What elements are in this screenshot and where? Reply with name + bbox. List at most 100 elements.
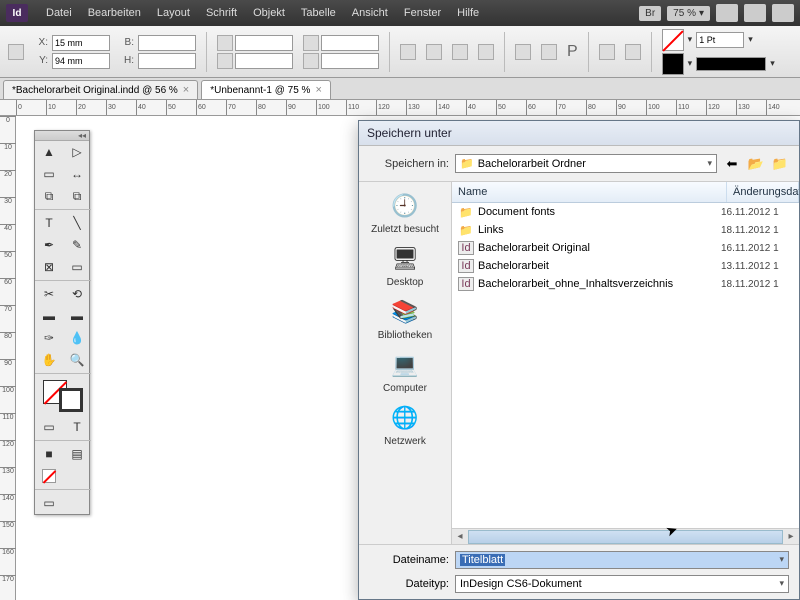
- rotate-input[interactable]: [321, 35, 379, 51]
- select-container-icon[interactable]: [515, 44, 531, 60]
- menu-hilfe[interactable]: Hilfe: [449, 3, 487, 23]
- scroll-right-icon[interactable]: ▸: [783, 531, 799, 542]
- view-mode-button[interactable]: ▭: [35, 492, 63, 514]
- content-collector-tool[interactable]: ⧉: [35, 185, 63, 207]
- select-content-icon[interactable]: [541, 44, 557, 60]
- stroke-style-combo[interactable]: [696, 57, 766, 71]
- menu-layout[interactable]: Layout: [149, 3, 198, 23]
- menu-ansicht[interactable]: Ansicht: [344, 3, 396, 23]
- gradient-feather-tool[interactable]: ▬: [63, 305, 91, 327]
- gap-tool[interactable]: ↔: [63, 163, 91, 185]
- close-icon[interactable]: ×: [315, 84, 321, 96]
- menu-tabelle[interactable]: Tabelle: [293, 3, 344, 23]
- pen-tool[interactable]: ✒: [35, 234, 63, 256]
- filename-input[interactable]: Titelblatt▾: [455, 551, 789, 569]
- up-button[interactable]: 📂: [747, 155, 765, 173]
- back-button[interactable]: ⬅: [723, 155, 741, 173]
- apply-color-icon[interactable]: ■: [35, 443, 63, 465]
- fitting-icon[interactable]: [599, 44, 615, 60]
- doc-tab-0[interactable]: *Bachelorarbeit Original.indd @ 56 %×: [3, 80, 198, 99]
- horizontal-scrollbar[interactable]: ◂ ▸: [452, 528, 799, 544]
- rectangle-frame-tool[interactable]: ⊠: [35, 256, 63, 278]
- type-tool[interactable]: T: [35, 212, 63, 234]
- scale-y-icon[interactable]: [217, 53, 233, 69]
- filetype-combo[interactable]: InDesign CS6-Dokument▾: [455, 575, 789, 593]
- menu-objekt[interactable]: Objekt: [245, 3, 293, 23]
- apply-gradient-icon[interactable]: ▤: [63, 443, 91, 465]
- chevron-down-icon[interactable]: ▾: [688, 58, 693, 69]
- free-transform-tool[interactable]: ⟲: [63, 283, 91, 305]
- rotate-icon[interactable]: [303, 35, 319, 51]
- chevron-down-icon[interactable]: ▾: [688, 34, 693, 45]
- h-input[interactable]: [138, 53, 196, 69]
- stroke-swatch[interactable]: [662, 53, 684, 75]
- eyedropper-tool[interactable]: 💧: [63, 327, 91, 349]
- menu-fenster[interactable]: Fenster: [396, 3, 449, 23]
- doc-tab-1[interactable]: *Unbenannt-1 @ 75 %×: [201, 80, 331, 99]
- y-input[interactable]: [52, 53, 110, 69]
- flip-h-icon[interactable]: [452, 44, 468, 60]
- bridge-button[interactable]: Br: [639, 6, 661, 21]
- col-name[interactable]: Name: [452, 182, 727, 202]
- formatting-text-icon[interactable]: T: [63, 416, 91, 438]
- formatting-container-icon[interactable]: ▭: [35, 416, 63, 438]
- shear-input[interactable]: [321, 53, 379, 69]
- selection-tool[interactable]: ▲: [35, 141, 63, 163]
- col-modified[interactable]: Änderungsdatum: [727, 182, 799, 202]
- ruler-horizontal[interactable]: 0102030405060708090100110120130140405060…: [0, 100, 800, 116]
- panel-grip[interactable]: ◂◂: [35, 131, 89, 141]
- zoom-tool[interactable]: 🔍: [63, 349, 91, 371]
- arrange-button[interactable]: [744, 4, 766, 22]
- flip-v-icon[interactable]: [478, 44, 494, 60]
- fill-swatch[interactable]: [662, 29, 684, 51]
- apply-none-icon[interactable]: [35, 465, 63, 487]
- file-list-body[interactable]: 📁Document fonts16.11.2012 1📁Links18.11.2…: [452, 203, 799, 528]
- ruler-vertical[interactable]: 0102030405060708090100110120130140150160…: [0, 116, 16, 600]
- scissors-tool[interactable]: ✂: [35, 283, 63, 305]
- content-placer-tool[interactable]: ⧉: [63, 185, 91, 207]
- file-row[interactable]: IdBachelorarbeit13.11.2012 1: [452, 257, 799, 275]
- rotate-90-ccw-icon[interactable]: [426, 44, 442, 60]
- scale-x-icon[interactable]: [217, 35, 233, 51]
- gradient-swatch-tool[interactable]: ▬: [35, 305, 63, 327]
- menu-datei[interactable]: Datei: [38, 3, 80, 23]
- note-tool[interactable]: ✑: [35, 327, 63, 349]
- save-in-combo[interactable]: 📁 Bachelorarbeit Ordner ▾: [455, 154, 717, 173]
- scroll-track[interactable]: [468, 530, 783, 544]
- x-input[interactable]: [52, 35, 110, 51]
- rectangle-tool[interactable]: ▭: [63, 256, 91, 278]
- screen-mode-button[interactable]: [716, 4, 738, 22]
- hand-tool[interactable]: ✋: [35, 349, 63, 371]
- file-row[interactable]: 📁Document fonts16.11.2012 1: [452, 203, 799, 221]
- stroke-proxy[interactable]: [59, 388, 83, 412]
- file-row[interactable]: IdBachelorarbeit_ohne_Inhaltsverzeichnis…: [452, 275, 799, 293]
- reference-point-icon[interactable]: [8, 44, 24, 60]
- fill-stroke-proxy[interactable]: [35, 376, 91, 416]
- menu-schrift[interactable]: Schrift: [198, 3, 245, 23]
- page-tool[interactable]: ▭: [35, 163, 63, 185]
- shear-icon[interactable]: [303, 53, 319, 69]
- place-item[interactable]: 🕘Zuletzt besucht: [371, 190, 439, 235]
- file-list-header[interactable]: Name Änderungsdatum: [452, 182, 799, 203]
- place-item[interactable]: 📚Bibliotheken: [378, 296, 432, 341]
- fitting-icon-2[interactable]: [625, 44, 641, 60]
- line-tool[interactable]: ╲: [63, 212, 91, 234]
- close-icon[interactable]: ×: [183, 84, 189, 96]
- scale-x-input[interactable]: [235, 35, 293, 51]
- workspace-button[interactable]: [772, 4, 794, 22]
- stroke-weight-input[interactable]: [696, 32, 744, 48]
- new-folder-button[interactable]: 📁: [771, 155, 789, 173]
- place-item[interactable]: 🌐Netzwerk: [384, 402, 426, 447]
- file-row[interactable]: 📁Links18.11.2012 1: [452, 221, 799, 239]
- zoom-combo[interactable]: 75 %▾: [667, 6, 710, 21]
- char-style-icon[interactable]: P: [567, 43, 578, 61]
- w-input[interactable]: [138, 35, 196, 51]
- scroll-left-icon[interactable]: ◂: [452, 531, 468, 542]
- rotate-90-cw-icon[interactable]: [400, 44, 416, 60]
- chevron-down-icon[interactable]: ▾: [748, 34, 753, 45]
- pencil-tool[interactable]: ✎: [63, 234, 91, 256]
- menu-bearbeiten[interactable]: Bearbeiten: [80, 3, 149, 23]
- place-item[interactable]: 🖥Desktop: [387, 243, 424, 288]
- scale-y-input[interactable]: [235, 53, 293, 69]
- chevron-down-icon[interactable]: ▾: [770, 58, 775, 69]
